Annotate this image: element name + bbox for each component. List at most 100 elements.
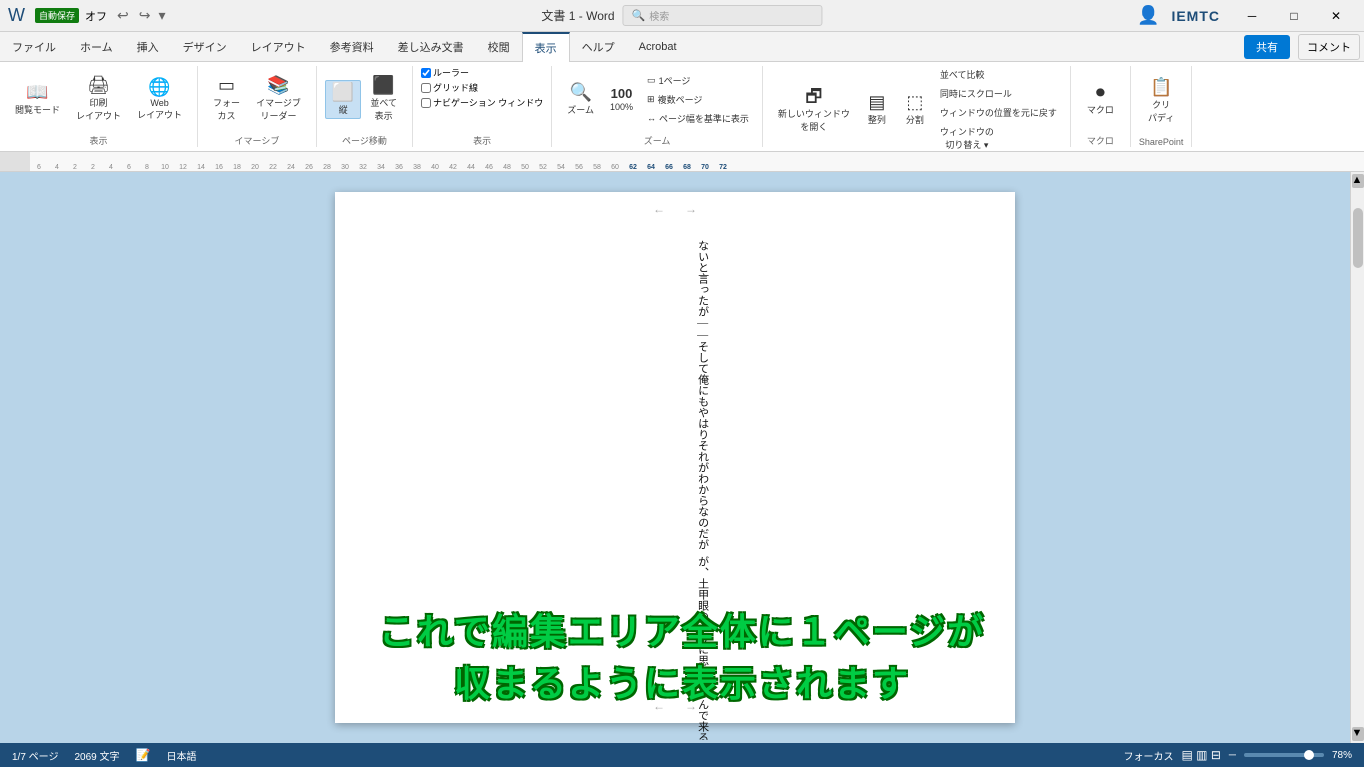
zoom-button[interactable]: 🔍 ズーム: [560, 80, 601, 119]
document-title: 文書 1 - Word: [541, 7, 614, 24]
tab-references[interactable]: 参考資料: [318, 32, 386, 61]
print-layout-button[interactable]: 🖨 印刷レイアウト: [69, 73, 128, 125]
user-icon[interactable]: 👤: [1137, 5, 1159, 26]
view-mode-icons: ▤ ▥ ⊟: [1181, 748, 1220, 762]
group-show-label: 表示: [473, 134, 491, 147]
print-layout-icon: 🖨: [87, 76, 110, 94]
arrow-right-icon: →: [685, 202, 697, 216]
web-layout-button[interactable]: 🌐 Webレイアウト: [130, 75, 189, 124]
page-info: 1/7 ページ: [12, 748, 58, 763]
reset-window-button[interactable]: ウィンドウの位置を元に戻す: [935, 104, 1062, 121]
tab-design[interactable]: デザイン: [171, 32, 239, 61]
page-zoom-buttons: ▭ 1ページ ⊞ 複数ページ ↔ ページ幅を基準に表示: [642, 72, 754, 127]
new-window-button[interactable]: 🗗 新しいウィンドウを開く: [771, 84, 857, 136]
document-scroll[interactable]: ← → ないと言ったが――そして俺にもやはりそれがわからなのだが が、土甲眼のよ…: [0, 172, 1350, 743]
arrange-button[interactable]: ▤ 整列: [859, 90, 895, 129]
scroll-up-button[interactable]: ▲: [1352, 174, 1364, 188]
group-zoom: 🔍 ズーム 100 100% ▭ 1ページ ⊞ 複数ページ ↔ ページ幅を基準に…: [552, 66, 763, 147]
zoom-thumb: [1304, 750, 1314, 760]
switch-window-button[interactable]: ウィンドウの切り替え ▾: [935, 123, 1062, 153]
focus-button[interactable]: ▭ フォーカス: [206, 73, 247, 125]
multi-page-button[interactable]: ⊞ 複数ページ: [642, 91, 754, 108]
ruler: 6 4 2 2 4 6 8 10 12 14 16 18 20 22 24 26…: [0, 152, 1364, 172]
page-nav-bottom: ← →: [653, 699, 697, 713]
tab-insert[interactable]: 挿入: [125, 32, 171, 61]
group-view-mode: 📖 閲覧モード 🖨 印刷レイアウト 🌐 Webレイアウト 表示: [0, 66, 198, 147]
customize-icon[interactable]: ▾: [158, 7, 165, 24]
clipart-icon: 📋: [1150, 78, 1172, 96]
document-page: ← → ないと言ったが――そして俺にもやはりそれがわからなのだが が、土甲眼のよ…: [335, 192, 1015, 723]
vertical-button[interactable]: ⬜ 縦: [325, 80, 361, 119]
document-content: ないと言ったが――そして俺にもやはりそれがわからなのだが が、土甲眼のように思い…: [395, 240, 713, 740]
tab-help[interactable]: ヘルプ: [570, 32, 627, 61]
tab-review[interactable]: 校閲: [476, 32, 522, 61]
tab-acrobat[interactable]: Acrobat: [627, 32, 689, 61]
tab-file[interactable]: ファイル: [0, 32, 68, 61]
web-layout-icon: 🌐: [148, 78, 170, 96]
page-width-button[interactable]: ↔ ページ幅を基準に表示: [642, 110, 754, 127]
bottom-arrow-left-icon: ←: [653, 699, 665, 713]
navpane-checkbox[interactable]: ナビゲーション ウィンドウ: [421, 96, 543, 109]
undo-icon[interactable]: ↩: [117, 7, 129, 24]
sync-scroll-button[interactable]: 同時にスクロール: [935, 85, 1062, 102]
title-bar-right: 👤 IEMTC ─ □ ✕: [1137, 2, 1356, 30]
status-right: フォーカス ▤ ▥ ⊟ ─ 78%: [1123, 748, 1352, 763]
horizontal-ruler: 6 4 2 2 4 6 8 10 12 14 16 18 20 22 24 26…: [0, 152, 1364, 171]
focus-label[interactable]: フォーカス: [1123, 748, 1173, 763]
close-button[interactable]: ✕: [1316, 2, 1356, 30]
reading-mode-button[interactable]: 📖 閲覧モード: [8, 80, 67, 119]
one-page-button[interactable]: ▭ 1ページ: [642, 72, 754, 89]
search-icon: 🔍: [632, 9, 646, 22]
comment-button[interactable]: コメント: [1298, 34, 1360, 60]
autosave-label: 自動保存: [35, 8, 79, 23]
text-col-1: ないと言ったが――そして俺にもやはりそれがわからなのだが: [395, 240, 713, 550]
split-button[interactable]: ⬚ 分割: [897, 90, 933, 129]
ribbon-content: 📖 閲覧モード 🖨 印刷レイアウト 🌐 Webレイアウト 表示 ▭ フォーカス …: [0, 62, 1364, 152]
window-extra-buttons: 並べて比較 同時にスクロール ウィンドウの位置を元に戻す ウィンドウの切り替え …: [935, 66, 1062, 153]
text-columns: ないと言ったが――そして俺にもやはりそれがわからなのだが が、土甲眼のように思い…: [395, 240, 713, 740]
redo-icon[interactable]: ↪: [139, 7, 151, 24]
zoom-100-button[interactable]: 100 100%: [603, 84, 640, 115]
zoom-percent[interactable]: 78%: [1332, 750, 1352, 761]
tab-mailings[interactable]: 差し込み文書: [386, 32, 476, 61]
search-bar[interactable]: 🔍 検索: [623, 5, 823, 26]
title-bar-center: 文書 1 - Word 🔍 検索: [541, 5, 822, 26]
one-page-icon: ▭: [647, 75, 656, 86]
scroll-down-button[interactable]: ▼: [1352, 727, 1364, 741]
show-buttons: ルーラー グリッド線 ナビゲーション ウィンドウ: [421, 66, 543, 132]
bottom-arrow-right-icon: →: [685, 699, 697, 713]
tab-home[interactable]: ホーム: [68, 32, 125, 61]
group-window: 🗗 新しいウィンドウを開く ▤ 整列 ⬚ 分割 並べて比較 同時にスクロール ウ…: [763, 66, 1071, 147]
ruler-checkbox[interactable]: ルーラー: [421, 66, 469, 79]
autosave-toggle[interactable]: オフ: [85, 8, 107, 24]
group-zoom-label: ズーム: [644, 134, 671, 147]
sharepoint-buttons: 📋 クリパディ: [1141, 66, 1181, 135]
zoom-slider[interactable]: [1244, 753, 1324, 757]
status-bar: 1/7 ページ 2069 文字 📝 日本語 フォーカス ▤ ▥ ⊟ ─ 78%: [0, 743, 1364, 767]
language: 日本語: [166, 748, 196, 763]
macro-icon: ⏺: [1096, 83, 1105, 101]
new-window-icon: 🗗: [805, 87, 822, 105]
gridlines-checkbox[interactable]: グリッド線: [421, 81, 478, 94]
vertical-scrollbar[interactable]: ▲ ▼: [1350, 172, 1364, 743]
immersive-reader-button[interactable]: 📚 イマージブリーダー: [249, 73, 308, 125]
word-count: 2069 文字: [74, 748, 119, 763]
maximize-button[interactable]: □: [1274, 2, 1314, 30]
tab-view[interactable]: 表示: [522, 32, 570, 62]
side-by-side-button[interactable]: ⬛ 並べて表示: [363, 73, 404, 125]
title-bar-left: W 自動保存 オフ ↩ ↪ ▾: [8, 5, 168, 26]
macro-buttons: ⏺ マクロ: [1080, 66, 1121, 132]
spell-check-icon: 📝: [136, 748, 151, 762]
clipart-button[interactable]: 📋 クリパディ: [1141, 75, 1181, 127]
ribbon-tabs: ファイル ホーム 挿入 デザイン レイアウト 参考資料 差し込み文書 校閲 表示…: [0, 32, 1364, 62]
page-width-icon: ↔: [647, 113, 656, 123]
scrollbar-thumb[interactable]: [1353, 208, 1363, 268]
immersive-buttons: ▭ フォーカス 📚 イマージブリーダー: [206, 66, 308, 132]
compare-button[interactable]: 並べて比較: [935, 66, 1062, 83]
share-button[interactable]: 共有: [1244, 35, 1290, 59]
minimize-button[interactable]: ─: [1232, 2, 1272, 30]
zoom-100-icon: 100: [611, 87, 633, 100]
zoom-buttons: 🔍 ズーム 100 100% ▭ 1ページ ⊞ 複数ページ ↔ ページ幅を基準に…: [560, 66, 754, 132]
macro-button[interactable]: ⏺ マクロ: [1080, 80, 1121, 119]
tab-layout[interactable]: レイアウト: [239, 32, 318, 61]
